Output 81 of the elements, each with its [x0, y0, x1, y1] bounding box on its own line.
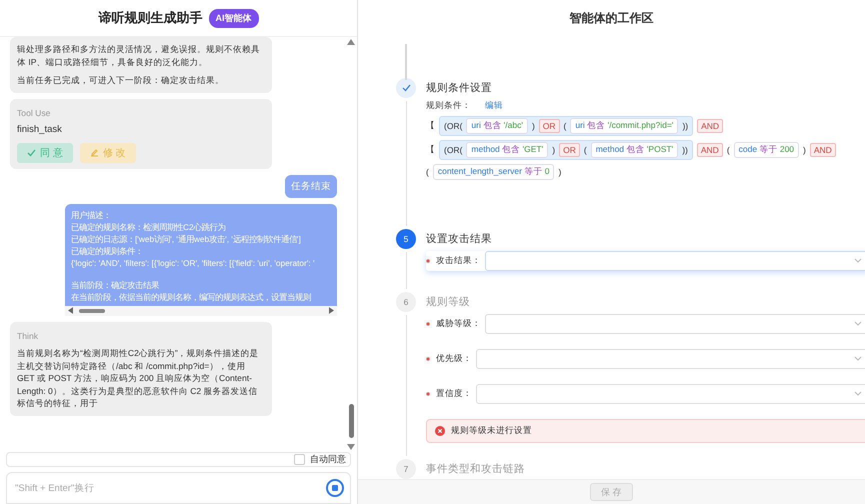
scroll-up-icon[interactable]	[347, 39, 355, 45]
check-icon	[27, 148, 36, 156]
stop-button[interactable]	[326, 479, 344, 497]
logic-tag: OR	[538, 119, 560, 133]
message-text: 辑处理多路径和多方法的灵活情况，避免误报。规则不依赖具体 IP、端口或路径细节，具备良好的泛化能力。	[17, 43, 261, 68]
bracket-text: )	[552, 145, 556, 155]
bracket-text: (	[726, 145, 730, 155]
select-field[interactable]	[485, 251, 865, 271]
select-field[interactable]	[485, 314, 865, 334]
step-title: 设置攻击结果	[426, 232, 493, 246]
bracket-text: 【	[426, 120, 435, 132]
scroll-left-icon[interactable]	[68, 307, 73, 314]
edit-button[interactable]: 修 改	[80, 142, 136, 162]
horizontal-scrollbar[interactable]	[65, 306, 337, 316]
pencil-icon	[90, 148, 99, 157]
think-text: 当前规则名称为“检测周期性C2心跳行为”，规则条件描述的是主机交替访问特定路径（/abc 和 /commit.php?id=），使用 GET 或 POST 方法，响应码为 200 且响应体为空（Content-Length: 0）。这类行为是典型的恶意软件向 C2 服务器发送信标信号的特征，用于	[17, 347, 260, 410]
message-line: 已确定的规则条件：	[71, 244, 144, 256]
message-text: 当前任务已完成，可进入下一阶段：确定攻击结果。	[17, 74, 225, 86]
auto-agree-label: 自动同意	[310, 453, 346, 466]
step-title: 规则等级	[426, 295, 471, 309]
logic-tag: OR	[559, 143, 580, 157]
tool-use-label: Tool Use	[17, 106, 52, 119]
bracket-text: (	[584, 145, 587, 155]
vertical-scrollbar[interactable]	[345, 37, 357, 452]
message-line: 已确定的日志源：['web访问', '通用web攻击', '远程控制软件通信']	[71, 232, 302, 244]
logic-tag: AND	[697, 119, 724, 133]
condition-tag: uri 包含 '/commit.php?id='	[570, 118, 678, 134]
chevron-down-icon	[854, 258, 862, 264]
step-number: 5	[404, 234, 408, 244]
select-field[interactable]	[476, 349, 865, 369]
ai-agent-badge: AI智能体	[208, 8, 258, 28]
chat-title: 谛听规则生成助手	[98, 9, 202, 27]
message-input[interactable]: "Shift + Enter"换行	[13, 482, 326, 494]
message-line: 用户描述：	[71, 208, 112, 220]
bracket-text: (	[564, 121, 566, 131]
think-label: Think	[17, 330, 40, 342]
check-icon	[402, 84, 410, 92]
bracket-text: )	[558, 167, 562, 177]
logic-tag: AND	[810, 143, 836, 157]
step-title: 事件类型和攻击链路	[426, 462, 526, 476]
workspace-title: 智能体的工作区	[568, 10, 654, 26]
condition-tag: method 包含 'GET'	[466, 142, 548, 158]
field-label: 置信度：	[436, 388, 472, 400]
chevron-down-icon	[854, 356, 862, 362]
field-label: 威胁等级：	[436, 318, 481, 330]
condition-tag: method 包含 'POST'	[590, 142, 678, 158]
chevron-down-icon	[854, 321, 862, 327]
error-alert: 规则等级未进行设置	[426, 419, 865, 443]
message-line: 当前阶段：确定攻击结果	[71, 278, 160, 290]
message-input-field[interactable]: "Shift + Enter"换行	[6, 472, 351, 504]
agree-button[interactable]: 同 意	[17, 142, 73, 162]
select-field[interactable]	[476, 384, 865, 404]
condition-tag: content_length_server 等于 0	[432, 164, 554, 180]
logic-tag: AND	[696, 143, 723, 157]
bracket-text: (OR(	[444, 121, 462, 131]
bracket-text: )	[532, 121, 535, 131]
bracket-text: ))	[682, 145, 688, 155]
conditions-label: 规则条件：	[426, 100, 471, 112]
message-line: 已确定的规则名称：检测周期性C2心跳行为	[71, 220, 227, 232]
field-label: 优先级：	[436, 353, 472, 365]
condition-tag: code 等于 200	[734, 142, 800, 158]
scroll-down-icon[interactable]	[347, 444, 355, 450]
bracket-text: )	[803, 145, 806, 155]
bracket-text: ))	[682, 121, 688, 131]
user-message: 任务结束	[285, 174, 337, 198]
tool-name: finish_task	[17, 124, 63, 136]
field-label: 攻击结果：	[436, 255, 481, 267]
bracket-text: (OR(	[444, 145, 462, 155]
bracket-text: (	[426, 167, 429, 177]
edit-link[interactable]: 编辑	[485, 100, 503, 112]
condition-tag: uri 包含 '/abc'	[466, 118, 528, 134]
step-title: 规则条件设置	[426, 81, 493, 95]
error-icon	[435, 426, 445, 436]
step-number: 6	[404, 297, 408, 307]
message-line: 在当前阶段，依据当前的规则名称，编写的规则表达式，设置当规则	[71, 290, 312, 302]
message-line: {'logic': 'AND', 'filters': [{'logic': 'OR', 'filters': [{'field': 'uri', 'operator': '	[71, 256, 316, 268]
step-number: 7	[404, 464, 408, 474]
auto-agree-checkbox[interactable]	[294, 454, 305, 465]
chevron-down-icon	[854, 391, 862, 397]
bracket-text: 【	[426, 144, 435, 156]
scroll-right-icon[interactable]	[329, 307, 334, 314]
